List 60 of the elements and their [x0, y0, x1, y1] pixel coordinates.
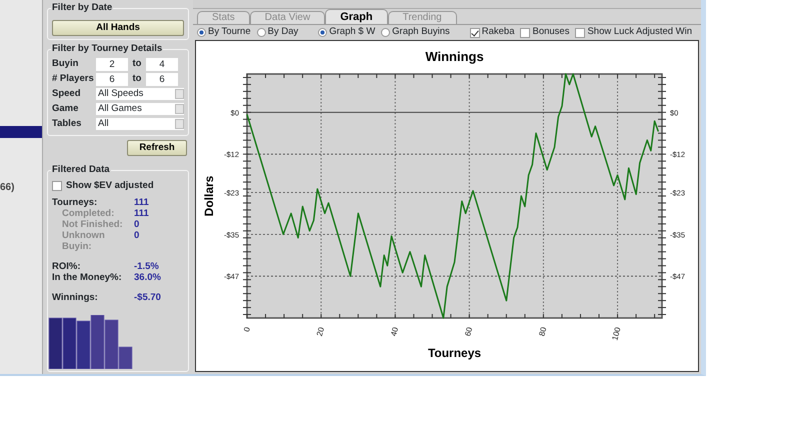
stat-label: In the Money%:	[52, 272, 123, 284]
field-label: Buyin	[52, 56, 80, 71]
option-label: Show Luck Adjusted Win	[587, 25, 692, 40]
stat-label: Completed:	[61, 208, 116, 220]
number-field[interactable]: 6	[146, 72, 178, 86]
checkbox[interactable]	[470, 28, 480, 38]
stat-label: ROI%:	[52, 261, 82, 272]
axis-tick-label: 40	[389, 326, 400, 338]
axis-tick-label: 80	[537, 326, 548, 338]
chart-title: Winnings	[425, 49, 484, 64]
radio-button[interactable]	[381, 28, 390, 37]
axis-tick-label: 100	[610, 326, 622, 342]
stat-value: 111	[134, 197, 149, 208]
axis-tick-label: 60	[463, 326, 474, 338]
option-label: Bonuses	[532, 25, 570, 40]
field-label: Speed	[52, 86, 82, 101]
field-label: # Players	[52, 72, 95, 86]
stat-label: Unknown Buyin:	[61, 230, 106, 252]
checkbox[interactable]	[52, 181, 62, 192]
number-field[interactable]: 6	[96, 72, 128, 86]
stat-value: -$5.70	[134, 292, 161, 304]
option-label: By Day	[268, 25, 298, 40]
checkbox[interactable]	[520, 28, 530, 38]
radio-button[interactable]	[256, 28, 266, 37]
dropdown[interactable]: All	[96, 118, 184, 130]
stat-label: Winnings:	[52, 292, 99, 304]
refresh-button[interactable]: Refresh	[127, 140, 187, 156]
field-label: to	[132, 72, 142, 86]
y-axis-label: Dollars	[202, 176, 216, 216]
stat-value: 0	[134, 219, 140, 230]
stat-label: Not Finished:	[61, 219, 124, 230]
dropdown[interactable]: All Speeds	[96, 88, 184, 100]
field-label: Tables	[52, 116, 82, 131]
axis-tick-label: 0	[242, 326, 252, 333]
x-axis-label: Tourneys	[428, 346, 482, 360]
tab[interactable]: Graph	[325, 9, 388, 24]
option-label: By Tourne	[208, 25, 251, 40]
option-label: Graph $ W	[329, 25, 376, 40]
option-label: Graph Buyins	[392, 25, 450, 40]
stat-label: Tourneys:	[52, 197, 98, 208]
group-title: Filter by Date	[51, 2, 114, 14]
number-field[interactable]: 4	[146, 58, 178, 70]
checkbox[interactable]	[575, 28, 586, 38]
group-title: Filter by Tourney Details	[51, 43, 164, 55]
radio-button[interactable]	[197, 28, 206, 37]
option-label: Rakeba	[482, 25, 514, 40]
axis-tick-label: 20	[315, 326, 326, 338]
field-label: to	[132, 56, 142, 71]
selected-row-highlight	[0, 126, 42, 138]
stat-value: 36.0%	[134, 272, 161, 284]
stat-value: -1.5%	[134, 261, 159, 272]
all-hands-button[interactable]: All Hands	[52, 20, 184, 36]
checkbox-label: Show $EV adjusted	[66, 179, 154, 193]
number-field[interactable]: 2	[96, 58, 128, 70]
dropdown[interactable]: All Games	[96, 103, 184, 115]
stat-value: 111	[134, 208, 149, 220]
stat-value: 0	[134, 230, 140, 244]
field-label: Game	[52, 102, 80, 116]
radio-button[interactable]	[318, 28, 328, 37]
truncated-text: 66)	[0, 181, 16, 195]
